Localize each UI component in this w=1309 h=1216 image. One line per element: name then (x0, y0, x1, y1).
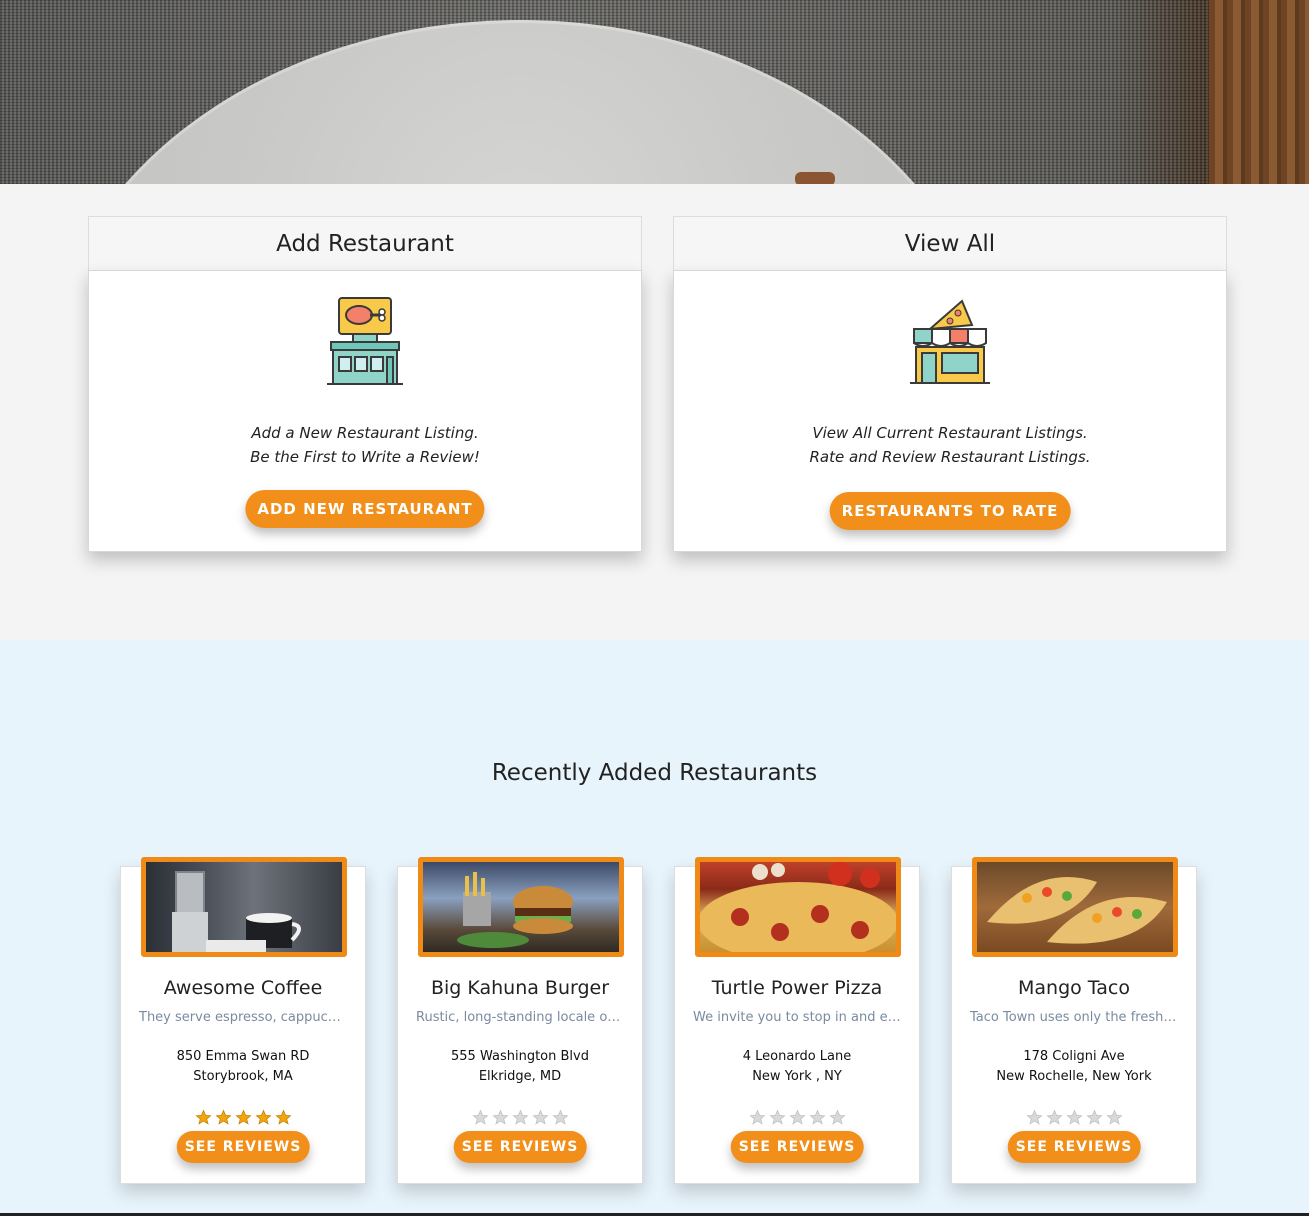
star-rating (398, 1109, 642, 1126)
restaurants-to-rate-button[interactable]: RESTAURANTS TO RATE (829, 492, 1071, 530)
see-reviews-button[interactable]: SEE REVIEWS (453, 1131, 587, 1163)
see-reviews-button[interactable]: SEE REVIEWS (1007, 1131, 1141, 1163)
star-icon (512, 1109, 528, 1125)
star-icon (255, 1109, 271, 1125)
restaurant-name[interactable]: Turtle Power Pizza (675, 977, 919, 999)
restaurant-address-line-2: New York , NY (752, 1069, 842, 1084)
restaurant-blurb: We invite you to stop in and enjoy a sli… (693, 1010, 901, 1025)
star-icon (552, 1109, 568, 1125)
restaurant-address-line-2: Storybrook, MA (193, 1069, 293, 1084)
star-icon (235, 1109, 251, 1125)
view-all-line-1: View All Current Restaurant Listings. (812, 424, 1088, 442)
view-all-card-title: View All (673, 216, 1227, 270)
restaurant-card-awesome-coffee[interactable]: Awesome Coffee They serve espresso, capp… (120, 857, 366, 1184)
pizza-shop-storefront-icon (910, 299, 990, 384)
add-restaurant-line-1: Add a New Restaurant Listing. (251, 424, 479, 442)
star-rating (675, 1109, 919, 1126)
restaurant-blurb: Taco Town uses only the freshest ingredi… (970, 1010, 1178, 1025)
restaurant-name[interactable]: Awesome Coffee (121, 977, 365, 999)
taco-photo (972, 857, 1178, 957)
star-icon (769, 1109, 785, 1125)
restaurant-address-line-2: Elkridge, MD (478, 1069, 562, 1084)
star-icon (1026, 1109, 1042, 1125)
star-icon (215, 1109, 231, 1125)
star-icon (1046, 1109, 1062, 1125)
see-reviews-button[interactable]: SEE REVIEWS (730, 1131, 864, 1163)
wood-table-edge (1209, 0, 1309, 184)
restaurant-blurb: They serve espresso, cappuccino, lattes … (139, 1010, 347, 1025)
star-icon (1086, 1109, 1102, 1125)
star-icon (532, 1109, 548, 1125)
star-icon (1106, 1109, 1122, 1125)
star-rating (121, 1109, 365, 1126)
add-restaurant-card: Add Restaurant Add a New Restaurant List… (88, 216, 642, 552)
restaurant-address-line-1: 555 Washington Blvd (451, 1049, 589, 1064)
star-rating (952, 1109, 1196, 1126)
star-icon (1066, 1109, 1082, 1125)
food-crumb (795, 172, 835, 184)
restaurant-name[interactable]: Big Kahuna Burger (398, 977, 642, 999)
add-restaurant-card-title: Add Restaurant (88, 216, 642, 270)
add-restaurant-line-2: Be the First to Write a Review! (250, 448, 480, 466)
restaurant-card-turtle-power-pizza[interactable]: Turtle Power Pizza We invite you to stop… (674, 857, 920, 1184)
burger-photo (418, 857, 624, 957)
recently-added-title: Recently Added Restaurants (491, 760, 818, 786)
plate-shape (40, 20, 1000, 184)
star-icon (472, 1109, 488, 1125)
restaurant-card-big-kahuna-burger[interactable]: Big Kahuna Burger Rustic, long-standing … (397, 857, 643, 1184)
recently-added-section: Recently Added Restaurants Awesome Coffe… (0, 640, 1309, 1216)
star-icon (749, 1109, 765, 1125)
add-new-restaurant-button[interactable]: ADD NEW RESTAURANT (245, 490, 485, 528)
star-icon (195, 1109, 211, 1125)
view-all-card: View All View All Current Restaurant Lis… (673, 216, 1227, 552)
view-all-line-2: Rate and Review Restaurant Listings. (809, 448, 1091, 466)
pizza-photo (695, 857, 901, 957)
restaurant-address-line-1: 850 Emma Swan RD (176, 1049, 310, 1064)
star-icon (829, 1109, 845, 1125)
star-icon (492, 1109, 508, 1125)
star-icon (275, 1109, 291, 1125)
hero-banner-image (0, 0, 1309, 184)
restaurant-drumstick-sign-icon (327, 297, 403, 385)
restaurant-address-line-1: 4 Leonardo Lane (742, 1049, 852, 1064)
restaurant-address-line-1: 178 Coligni Ave (1023, 1049, 1125, 1064)
coffee-photo (141, 857, 347, 957)
star-icon (809, 1109, 825, 1125)
restaurant-blurb: Rustic, long-standing locale offering bu… (416, 1010, 624, 1025)
star-icon (789, 1109, 805, 1125)
see-reviews-button[interactable]: SEE REVIEWS (176, 1131, 310, 1163)
restaurant-address-line-2: New Rochelle, New York (996, 1069, 1152, 1084)
restaurant-card-mango-taco[interactable]: Mango Taco Taco Town uses only the fresh… (951, 857, 1197, 1184)
restaurant-name[interactable]: Mango Taco (952, 977, 1196, 999)
